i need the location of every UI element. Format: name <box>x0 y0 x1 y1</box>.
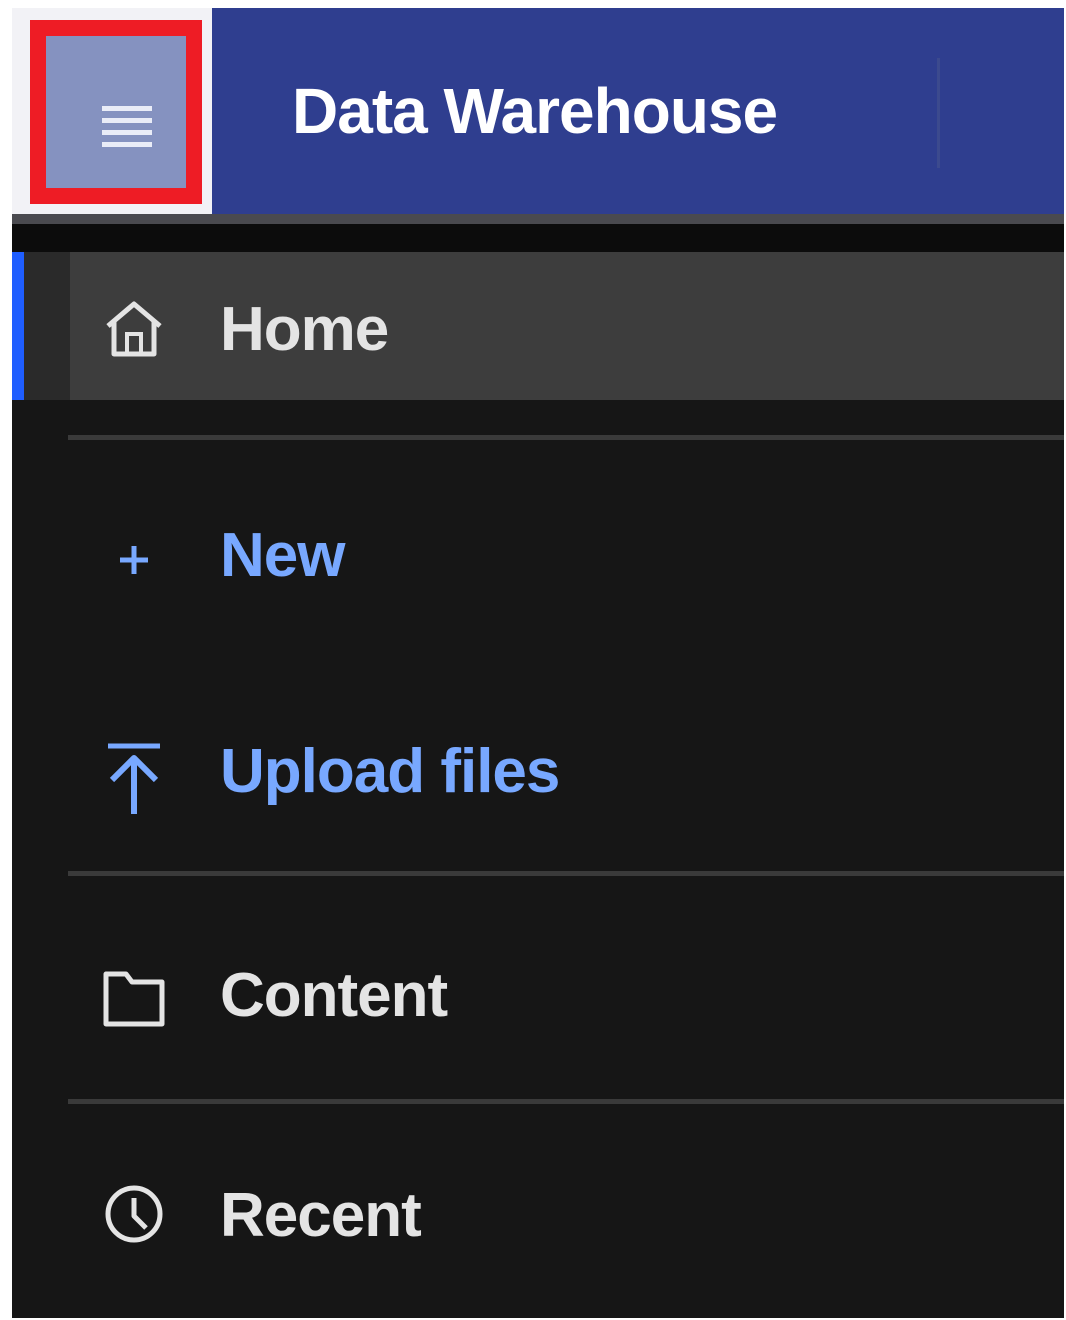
folder-icon <box>103 971 165 1027</box>
nav-item-recent-label: Recent <box>220 1181 422 1250</box>
clock-icon <box>105 1185 163 1243</box>
nav-divider <box>68 435 1064 440</box>
upload-icon <box>108 743 160 814</box>
header-shadow <box>12 224 1064 252</box>
plus-icon <box>120 546 148 574</box>
nav-divider <box>68 1099 1064 1104</box>
nav-item-upload-files[interactable]: Upload files <box>12 698 1064 838</box>
app-window: Data Warehouse Home New Upload files Con… <box>12 8 1064 1318</box>
header-bottom-border <box>12 214 1064 224</box>
nav-item-upload-files-label: Upload files <box>220 737 560 806</box>
active-item-shade <box>24 252 70 400</box>
app-title: Data Warehouse <box>292 75 778 147</box>
nav-divider <box>68 871 1064 876</box>
active-indicator <box>12 252 24 400</box>
top-header: Data Warehouse <box>12 8 1064 214</box>
header-divider <box>937 58 940 168</box>
nav-item-content[interactable]: Content <box>12 918 1064 1068</box>
nav-item-home-label: Home <box>220 295 389 364</box>
nav-item-content-label: Content <box>220 961 448 1030</box>
nav-item-new-label: New <box>220 521 345 590</box>
nav-item-home[interactable]: Home <box>12 252 1064 400</box>
nav-item-recent[interactable]: Recent <box>12 1138 1064 1288</box>
home-icon <box>106 301 162 357</box>
hamburger-menu-icon <box>102 106 152 156</box>
menu-button-highlight <box>30 20 202 204</box>
nav-item-new[interactable]: New <box>12 478 1064 618</box>
menu-button[interactable] <box>12 8 212 214</box>
